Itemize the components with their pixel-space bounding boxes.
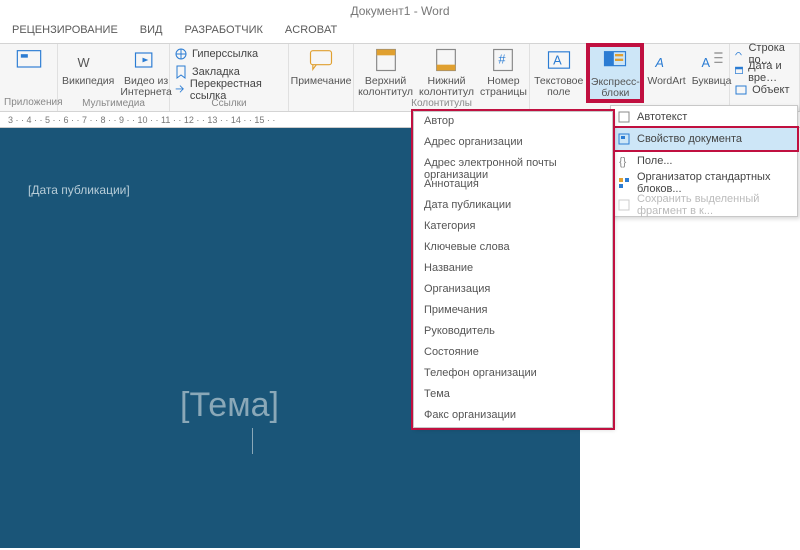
object-button[interactable]: Объект xyxy=(734,82,795,98)
prop-author[interactable]: Автор xyxy=(414,112,612,133)
doc-property-submenu: Автор Адрес организации Адрес электронно… xyxy=(413,111,613,428)
prop-category[interactable]: Категория xyxy=(414,217,612,238)
menu-save-selection: Сохранить выделенный фрагмент в к... xyxy=(611,194,797,216)
prop-keywords[interactable]: Ключевые слова xyxy=(414,238,612,259)
tab-developer[interactable]: РАЗРАБОТЧИК xyxy=(181,22,267,43)
menu-field[interactable]: {}Поле... xyxy=(611,150,797,172)
text-cursor xyxy=(252,428,253,454)
svg-text:A: A xyxy=(553,53,562,68)
prop-company[interactable]: Организация xyxy=(414,280,612,301)
crossref-button[interactable]: Перекрестная ссылка xyxy=(174,82,284,98)
date-time-button[interactable]: Дата и вре… xyxy=(734,64,795,80)
tab-review[interactable]: РЕЦЕНЗИРОВАНИЕ xyxy=(8,22,122,43)
group-label xyxy=(293,108,349,109)
svg-text:A: A xyxy=(654,55,664,70)
apps-button[interactable] xyxy=(4,46,53,76)
svg-text:A: A xyxy=(701,55,710,70)
group-label: Ссылки xyxy=(174,98,284,110)
svg-text:#: # xyxy=(499,52,507,67)
prop-company-fax[interactable]: Факс организации xyxy=(414,406,612,427)
menu-autotext[interactable]: Автотекст xyxy=(611,106,797,128)
svg-text:{}: {} xyxy=(619,156,627,168)
prop-company-email[interactable]: Адрес электронной почты организации xyxy=(414,154,612,175)
prop-subject[interactable]: Тема xyxy=(414,385,612,406)
footer-button[interactable]: Нижний колонтитул xyxy=(419,46,474,98)
comment-button[interactable]: Примечание xyxy=(293,46,349,87)
group-label: Колонтитулы xyxy=(358,98,525,110)
menu-building-blocks[interactable]: Организатор стандартных блоков... xyxy=(611,172,797,194)
tab-view[interactable]: ВИД xyxy=(136,22,167,43)
prop-manager[interactable]: Руководитель xyxy=(414,322,612,343)
menu-doc-property[interactable]: Свойство документа xyxy=(611,128,797,150)
wikipedia-button[interactable]: WВикипедия xyxy=(62,46,114,87)
prop-abstract[interactable]: Аннотация xyxy=(414,175,612,196)
online-video-button[interactable]: Видео из Интернета xyxy=(120,46,172,98)
prop-company-address[interactable]: Адрес организации xyxy=(414,133,612,154)
ribbon: Приложения WВикипедия Видео из Интернета… xyxy=(0,44,800,112)
header-button[interactable]: Верхний колонтитул xyxy=(358,46,413,98)
svg-text:W: W xyxy=(78,55,91,70)
group-label: Мультимедиа xyxy=(62,98,165,110)
group-label: Приложения xyxy=(4,97,53,109)
ribbon-tabs: РЕЦЕНЗИРОВАНИЕ ВИД РАЗРАБОТЧИК ACROBAT xyxy=(0,22,800,44)
date-placeholder[interactable]: [Дата публикации] xyxy=(28,183,130,197)
dropcap-button[interactable]: AБуквица xyxy=(692,46,732,87)
textbox-button[interactable]: AТекстовое поле xyxy=(534,46,583,98)
prop-publish-date[interactable]: Дата публикации xyxy=(414,196,612,217)
prop-comments[interactable]: Примечания xyxy=(414,301,612,322)
prop-title[interactable]: Название xyxy=(414,259,612,280)
page-number-button[interactable]: #Номер страницы xyxy=(480,46,527,98)
hyperlink-button[interactable]: Гиперссылка xyxy=(174,46,284,62)
quick-parts-menu: Автотекст Свойство документа {}Поле... О… xyxy=(610,105,798,217)
tab-acrobat[interactable]: ACROBAT xyxy=(281,22,341,43)
prop-status[interactable]: Состояние xyxy=(414,343,612,364)
wordart-button[interactable]: AWordArt xyxy=(647,46,685,87)
quick-parts-button[interactable]: Экспресс-блоки xyxy=(590,47,640,99)
prop-company-phone[interactable]: Телефон организации xyxy=(414,364,612,385)
window-title: Документ1 - Word xyxy=(0,0,800,22)
theme-placeholder[interactable]: [Тема] xyxy=(180,386,279,425)
